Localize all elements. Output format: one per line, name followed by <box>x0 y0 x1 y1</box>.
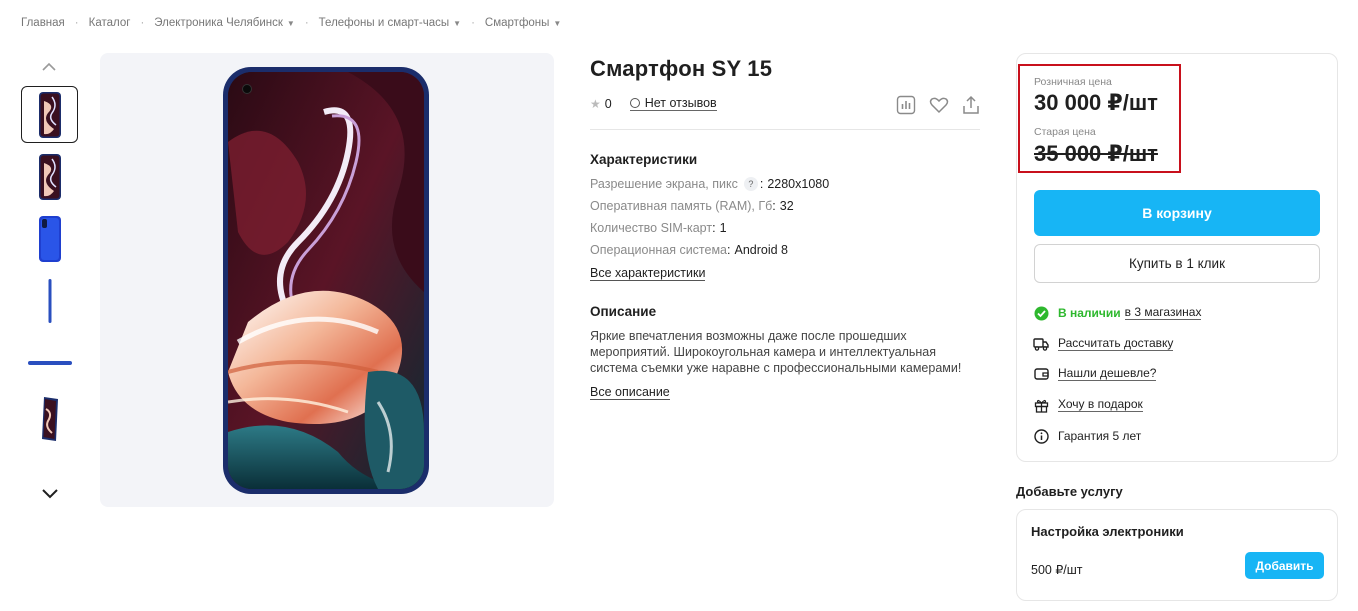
reviews-link[interactable]: Нет отзывов <box>629 96 717 111</box>
spec-colon: : <box>727 243 731 257</box>
spec-value: 32 <box>779 199 794 213</box>
thumbnail-6[interactable] <box>21 390 78 447</box>
spec-colon: : <box>772 199 776 213</box>
cheaper-link[interactable]: Нашли дешевле? <box>1058 367 1157 381</box>
rating-row: ★ 0 Нет отзывов <box>590 96 717 111</box>
spec-value: 1 <box>719 221 727 235</box>
thumbnail-5[interactable] <box>21 334 78 391</box>
service-name: Настройка электроники <box>1031 524 1184 539</box>
breadcrumb-item-catalog[interactable]: Каталог <box>89 17 131 29</box>
old-price-label: Старая цена <box>1034 126 1096 138</box>
service-price: 500 ₽/шт <box>1031 563 1083 577</box>
help-icon[interactable]: ? <box>743 177 758 191</box>
share-icon[interactable] <box>960 94 982 116</box>
warranty-text: Гарантия 5 лет <box>1058 429 1142 443</box>
wallet-icon <box>1033 366 1049 382</box>
spec-value: 2280x1080 <box>767 177 830 191</box>
caret-down-icon[interactable]: ▼ <box>287 19 295 28</box>
thumbnail-4[interactable] <box>21 272 78 329</box>
spec-row: Оперативная память (RAM), Гб : 32 <box>590 199 794 213</box>
star-icon: ★ <box>590 96 601 111</box>
gift-row[interactable]: Хочу в подарок <box>1033 397 1143 413</box>
stores-link[interactable]: в 3 магазинах <box>1124 306 1202 320</box>
old-price: 35 000 ₽/шт <box>1034 141 1158 166</box>
spec-row: Разрешение экрана, пикс ? : 2280x1080 <box>590 177 829 191</box>
availability-row: В наличии в 3 магазинах <box>1033 305 1202 321</box>
breadcrumb-item-phones-watches[interactable]: Телефоны и смарт-часы ▼ <box>319 17 461 29</box>
cheaper-row[interactable]: Нашли дешевле? <box>1033 366 1157 382</box>
phone-back-thumbnail <box>38 215 61 262</box>
rating-value: 0 <box>604 96 612 111</box>
phone-front-thumbnail <box>38 153 61 200</box>
breadcrumb-item-home[interactable]: Главная <box>21 17 65 29</box>
service-heading: Добавьте услугу <box>1016 484 1123 499</box>
phone-angle-thumbnail <box>41 396 58 441</box>
delivery-link[interactable]: Рассчитать доставку <box>1058 337 1174 351</box>
delivery-row[interactable]: Рассчитать доставку <box>1033 336 1174 352</box>
compare-icon[interactable] <box>895 94 917 116</box>
heart-icon[interactable] <box>928 94 950 116</box>
all-specs-link[interactable]: Все характеристики <box>590 266 706 281</box>
phone-side-thumbnail <box>48 278 51 323</box>
truck-icon <box>1033 336 1049 352</box>
chevron-up-icon[interactable] <box>40 60 58 74</box>
info-icon <box>1033 428 1049 444</box>
breadcrumb-separator: · <box>471 17 475 29</box>
spec-label: Разрешение экрана, пикс <box>590 177 738 191</box>
phone-image <box>223 67 429 494</box>
breadcrumb: Главная · Каталог · Электроника Челябинс… <box>21 17 561 29</box>
divider <box>590 129 980 130</box>
thumbnail-3[interactable] <box>21 210 78 267</box>
description-text: Яркие впечатления возможны даже после пр… <box>590 329 962 375</box>
phone-front-thumbnail <box>38 91 61 138</box>
caret-down-icon[interactable]: ▼ <box>453 19 461 28</box>
spec-row: Операционная система : Android 8 <box>590 243 788 257</box>
breadcrumb-separator: · <box>304 17 309 29</box>
breadcrumb-separator: · <box>140 17 145 29</box>
warranty-row: Гарантия 5 лет <box>1033 428 1141 444</box>
chevron-down-icon[interactable] <box>40 486 60 500</box>
breadcrumb-separator: · <box>74 17 79 29</box>
spec-label: Операционная система <box>590 243 728 257</box>
product-title: Смартфон SY 15 <box>590 56 773 81</box>
reviews-label[interactable]: Нет отзывов <box>645 96 717 110</box>
retail-price-label: Розничная цена <box>1034 76 1112 88</box>
spec-value: Android 8 <box>734 243 789 257</box>
thumbnail-1[interactable] <box>21 86 78 143</box>
camera-hole <box>242 84 252 94</box>
phone-edge-thumbnail <box>27 360 72 365</box>
spec-colon: : <box>712 221 716 235</box>
add-service-button[interactable]: Добавить <box>1245 552 1324 579</box>
all-description-link[interactable]: Все описание <box>590 385 670 400</box>
availability-status: В наличии <box>1058 306 1121 320</box>
thumbnail-2[interactable] <box>21 148 78 205</box>
gift-link[interactable]: Хочу в подарок <box>1058 398 1143 412</box>
spec-label: Оперативная память (RAM), Гб <box>590 199 773 213</box>
description-heading: Описание <box>590 304 657 319</box>
wallpaper-image <box>228 72 424 489</box>
breadcrumb-item-smartphones[interactable]: Смартфоны ▼ <box>485 17 561 29</box>
check-circle-icon <box>1033 305 1049 321</box>
spec-label: Количество SIM-карт <box>590 221 713 235</box>
comment-icon <box>629 98 640 108</box>
breadcrumb-item-electronics[interactable]: Электроника Челябинск ▼ <box>154 17 295 29</box>
gift-icon <box>1033 397 1049 413</box>
main-product-image[interactable] <box>100 53 554 507</box>
spec-colon: : <box>759 177 764 191</box>
specs-heading: Характеристики <box>590 152 698 167</box>
phone-screen <box>228 72 424 489</box>
spec-row: Количество SIM-карт : 1 <box>590 221 727 235</box>
retail-price: 30 000 ₽/шт <box>1034 90 1158 115</box>
add-to-cart-button[interactable]: В корзину <box>1034 190 1320 236</box>
buy-one-click-button[interactable]: Купить в 1 клик <box>1034 244 1320 283</box>
caret-down-icon[interactable]: ▼ <box>553 19 561 28</box>
